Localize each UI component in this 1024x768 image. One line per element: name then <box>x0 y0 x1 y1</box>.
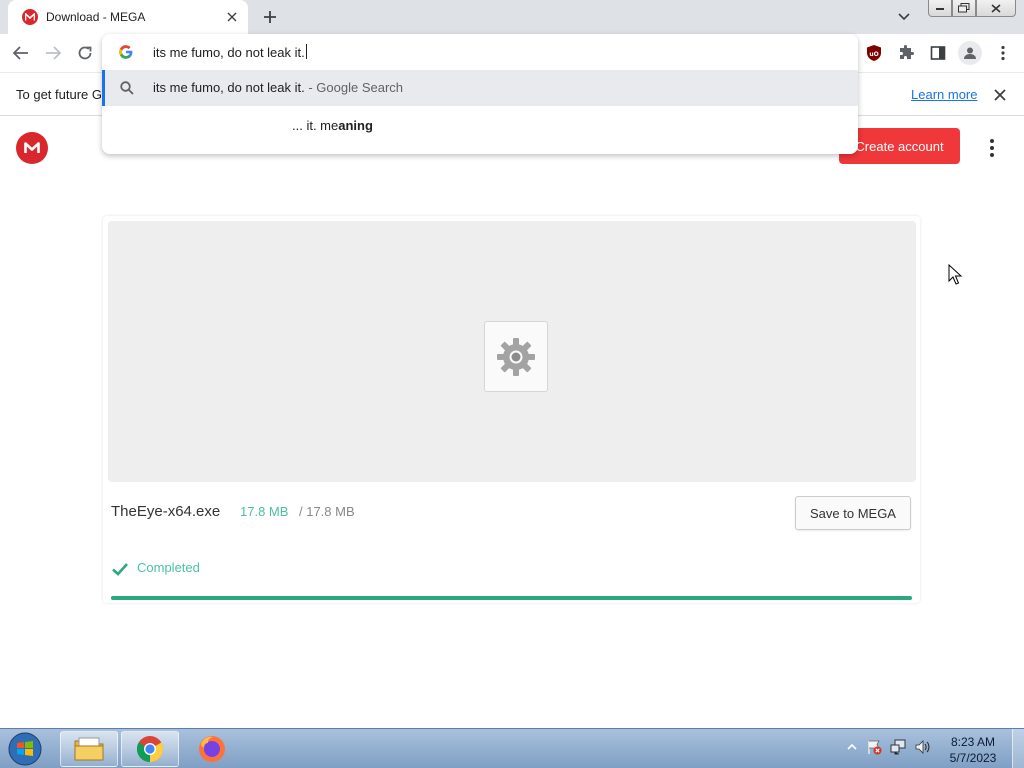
progress-fill <box>111 596 912 600</box>
taskbar-firefox[interactable] <box>183 731 241 767</box>
mega-icon <box>22 9 38 25</box>
search-icon <box>120 81 134 95</box>
tab-strip: Download - MEGA <box>0 0 1024 34</box>
taskbar: 8:23 AM 5/7/2023 <box>0 728 1024 768</box>
new-tab-button[interactable] <box>258 6 282 28</box>
address-bar-text[interactable]: its me fumo, do not leak it. <box>153 44 307 60</box>
download-card: TheEye-x64.exe 17.8 MB / 17.8 MB Save to… <box>103 216 920 603</box>
ublock-icon[interactable]: uO <box>863 42 885 64</box>
clock-date: 5/7/2023 <box>949 751 997 765</box>
taskbar-clock[interactable]: 8:23 AM 5/7/2023 <box>944 734 1002 766</box>
omnibox-suggestion-completion[interactable]: ... it. meaning <box>102 106 858 144</box>
tab-close-icon[interactable] <box>224 9 240 25</box>
google-icon <box>119 45 133 59</box>
svg-text:uO: uO <box>869 51 878 58</box>
chrome-icon <box>136 736 164 763</box>
screen: Download - MEGA uO To get future G Learn… <box>0 0 1024 768</box>
action-center-icon[interactable] <box>866 739 882 755</box>
clock-time: 8:23 AM <box>950 735 996 749</box>
mega-logo[interactable] <box>16 132 48 164</box>
show-desktop-button[interactable] <box>1012 729 1024 768</box>
mouse-cursor-icon <box>948 264 963 285</box>
suggestion-text: ... it. meaning <box>292 118 373 133</box>
tab-download-mega[interactable]: Download - MEGA <box>8 0 248 34</box>
checkmark-icon <box>111 560 129 578</box>
volume-icon[interactable] <box>914 739 930 755</box>
download-status: Completed <box>137 560 200 575</box>
window-controls <box>928 0 1016 17</box>
taskbar-chrome[interactable] <box>121 731 179 767</box>
file-name: TheEye-x64.exe <box>111 503 221 520</box>
firefox-icon <box>199 736 225 762</box>
side-panel-icon[interactable] <box>927 42 949 64</box>
total-size: / 17.8 MB <box>299 504 355 519</box>
folder-icon <box>74 737 104 761</box>
gear-icon <box>497 337 535 376</box>
omnibox-suggestion-search[interactable]: its me fumo, do not leak it. - Google Se… <box>102 70 858 106</box>
save-to-mega-button[interactable]: Save to MEGA <box>795 496 911 530</box>
back-button[interactable] <box>8 40 34 66</box>
menu-kebab-icon[interactable] <box>992 42 1014 64</box>
profile-icon[interactable] <box>958 41 982 65</box>
downloaded-size: 17.8 MB <box>240 504 289 519</box>
page-menu-kebab-icon[interactable] <box>982 136 1002 160</box>
progress-bar <box>111 596 912 600</box>
taskbar-explorer[interactable] <box>60 731 118 767</box>
suggestion-text: its me fumo, do not leak it. - Google Se… <box>153 80 404 95</box>
info-bar-text: To get future G <box>16 87 102 102</box>
restore-button[interactable] <box>952 0 976 17</box>
chevron-down-icon[interactable] <box>894 8 914 26</box>
reload-button[interactable] <box>72 40 98 66</box>
address-bar[interactable]: its me fumo, do not leak it. <box>102 34 858 70</box>
minimize-button[interactable] <box>928 0 952 17</box>
file-type-tile <box>484 321 548 392</box>
learn-more-link[interactable]: Learn more <box>911 87 977 102</box>
close-icon[interactable] <box>990 85 1010 105</box>
omnibox-dropdown: its me fumo, do not leak it. its me fumo… <box>102 34 858 154</box>
file-preview <box>108 221 916 482</box>
tab-title: Download - MEGA <box>46 10 146 24</box>
extensions-icon[interactable] <box>895 42 917 64</box>
start-button[interactable] <box>4 731 46 767</box>
forward-button[interactable] <box>40 40 66 66</box>
windows-logo-icon <box>8 732 42 766</box>
network-icon[interactable] <box>890 739 906 755</box>
window-close-button[interactable] <box>976 0 1016 17</box>
show-hidden-icons-icon[interactable] <box>844 739 860 755</box>
